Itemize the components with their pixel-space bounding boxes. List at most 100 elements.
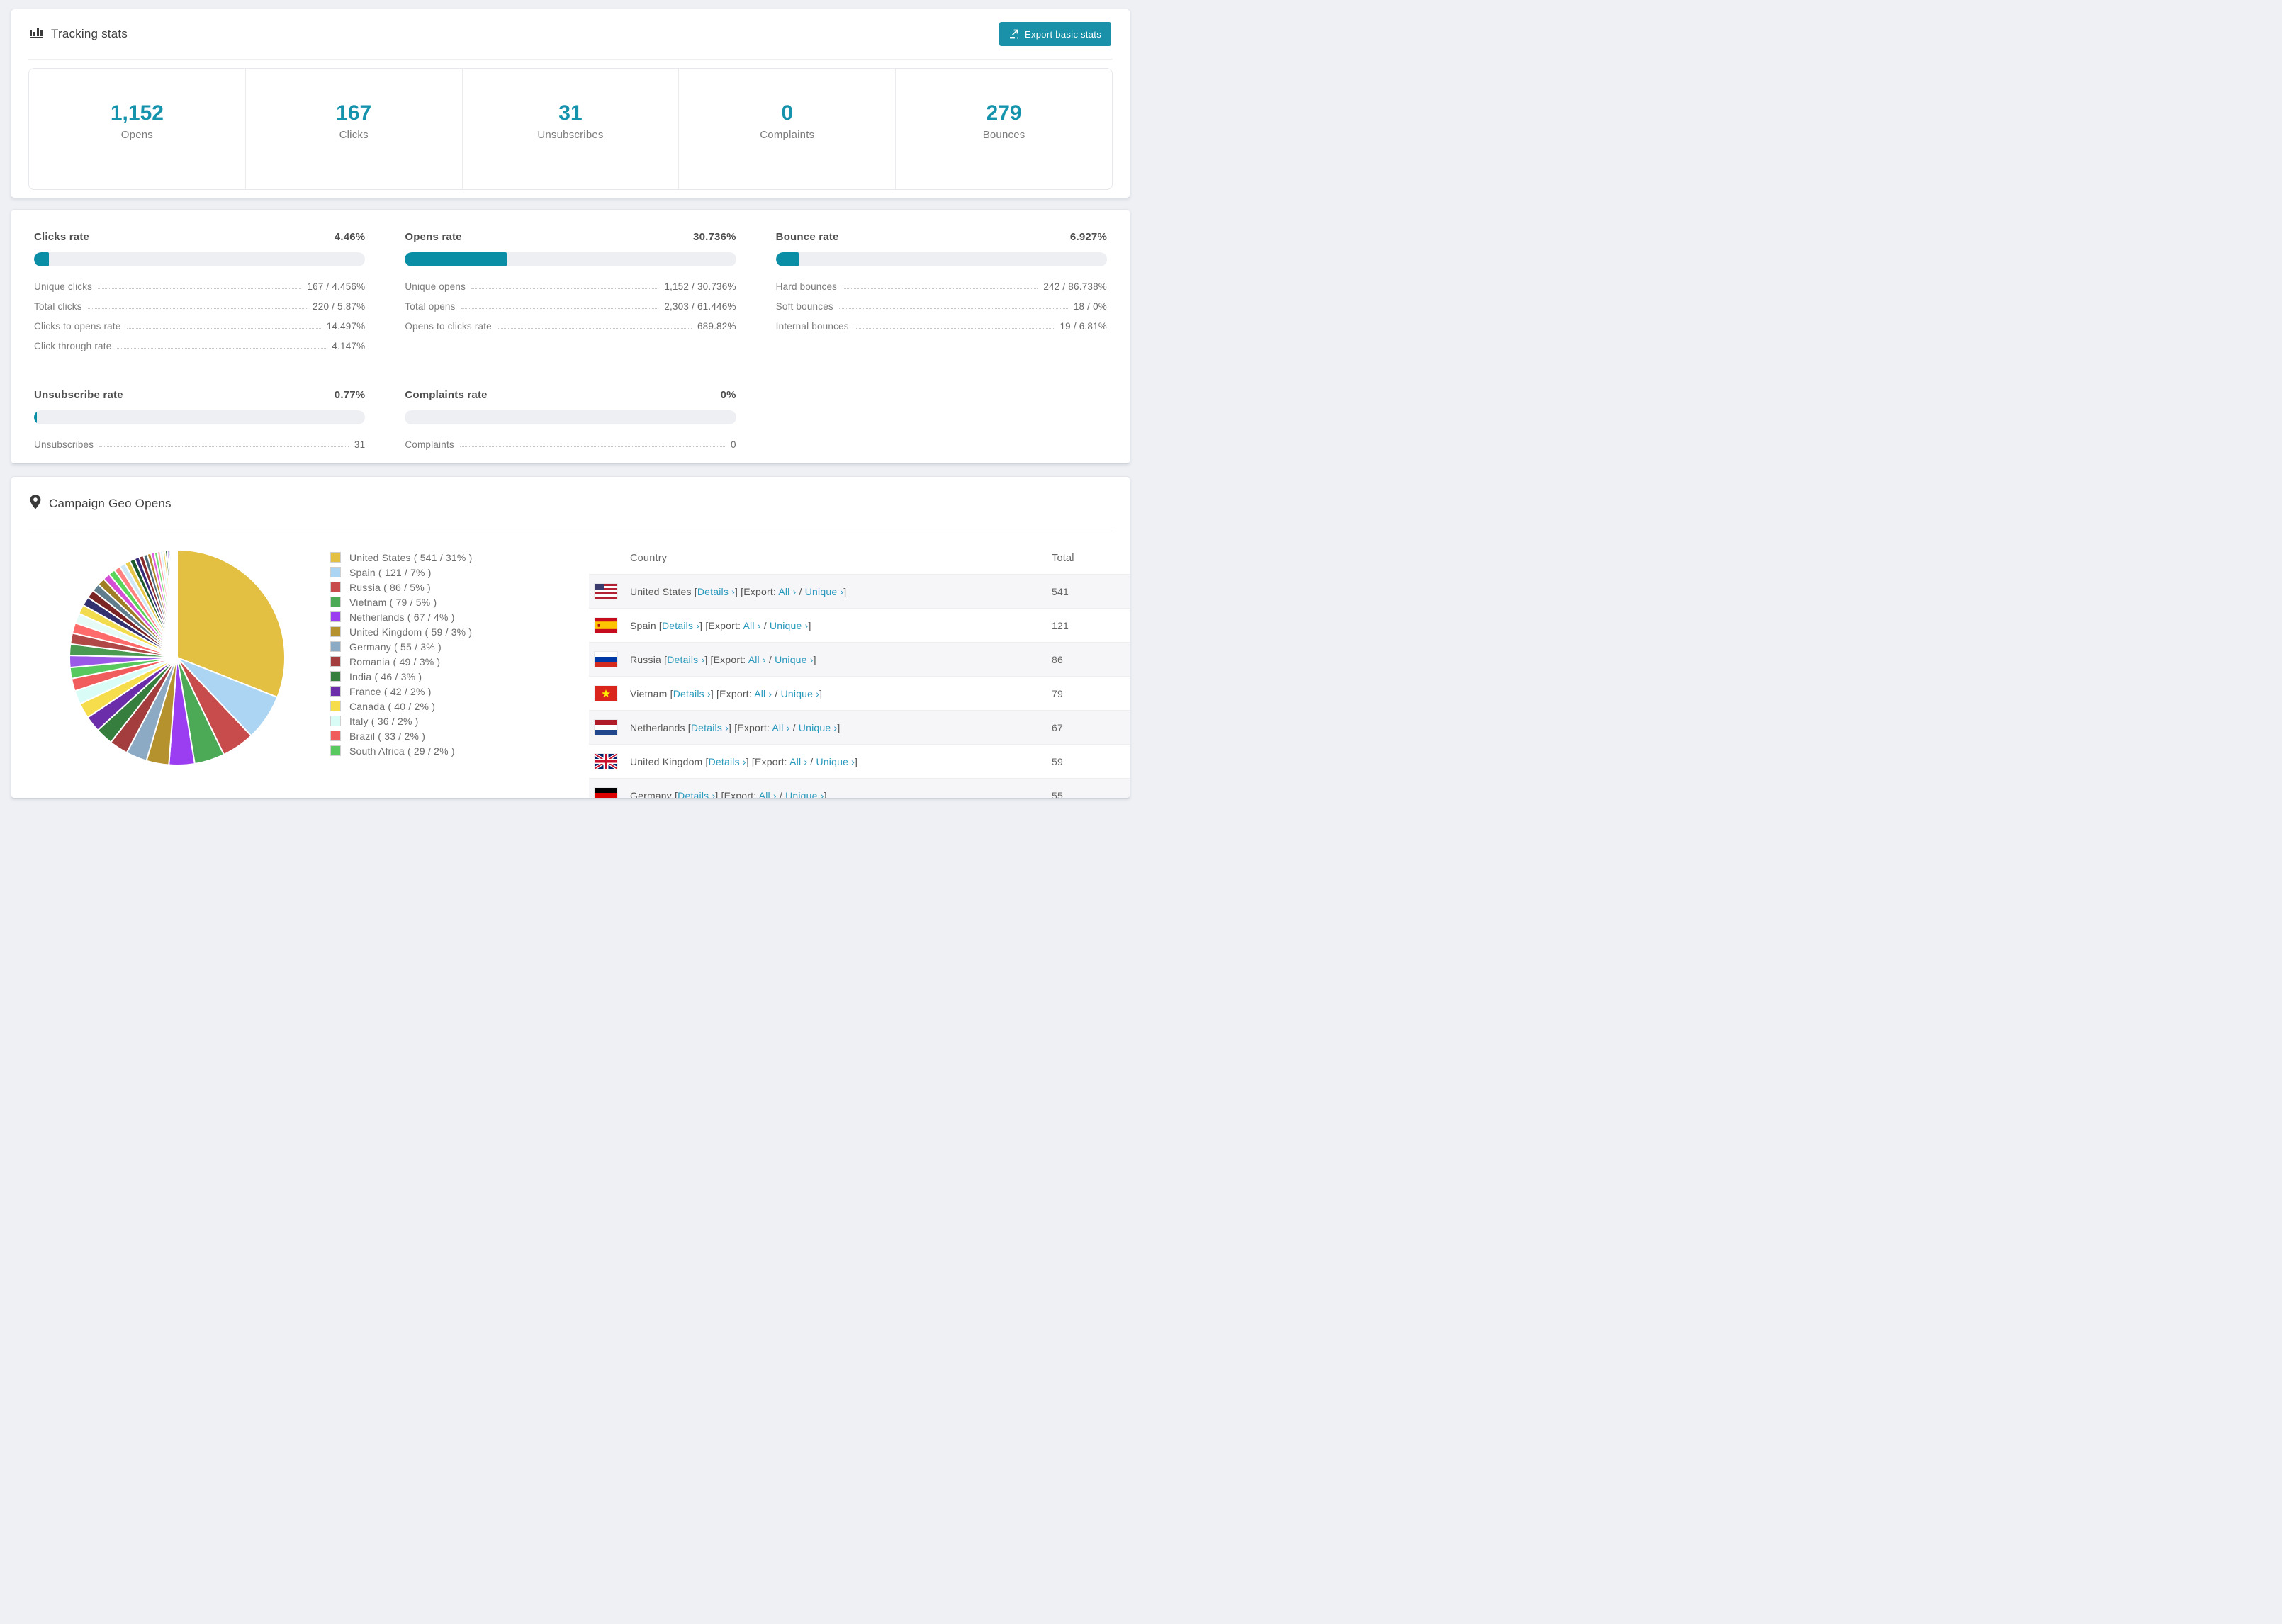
rate-detail-value: 19 / 6.81% [1060,321,1107,332]
rate-detail-value: 18 / 0% [1073,301,1107,312]
export-unique-link[interactable]: Unique › [770,620,809,631]
export-basic-stats-button[interactable]: Export basic stats [999,22,1111,46]
legend-swatch [330,671,341,682]
country-flag-icon-nl [595,720,630,735]
dotted-leader [838,308,1068,309]
legend-swatch [330,686,341,697]
export-unique-link[interactable]: Unique › [805,586,844,597]
geo-table-row-us: United States [Details ›] [Export: All ›… [589,574,1130,608]
rate-detail-label: Total clicks [34,301,82,312]
legend-swatch [330,611,341,622]
export-unique-link[interactable]: Unique › [775,654,814,665]
map-marker-icon [30,495,41,513]
export-all-link[interactable]: All › [754,688,772,699]
stat-label: Unsubscribes [537,129,604,141]
legend-swatch [330,641,341,652]
rate-detail-value: 4.147% [332,341,366,351]
rate-detail-label: Clicks to opens rate [34,321,121,332]
legend-item-india: India ( 46 / 3% ) [330,671,473,682]
details-link[interactable]: Details › [709,756,746,767]
export-all-link[interactable]: All › [789,756,807,767]
legend-swatch [330,597,341,607]
country-cell: Netherlands [Details ›] [Export: All › /… [630,721,841,733]
export-unique-link[interactable]: Unique › [816,756,855,767]
country-cell: Spain [Details ›] [Export: All › / Uniqu… [630,619,811,631]
details-link[interactable]: Details › [662,620,699,631]
rate-detail-value: 0 [730,439,736,450]
geo-title: Campaign Geo Opens [49,497,172,510]
page-title: Tracking stats [51,27,128,40]
rate-percent-value: 30.736% [693,231,736,243]
rate-detail-row: Unsubscribes 31 [34,436,365,450]
geo-body: United States ( 541 / 31% ) Spain ( 121 … [11,531,1130,799]
export-unique-link[interactable]: Unique › [785,790,824,799]
progress-bar-track [405,410,736,424]
rate-detail-row: Hard bounces 242 / 86.738% [776,278,1107,292]
country-cell: United Kingdom [Details ›] [Export: All … [630,755,858,767]
stat-label: Opens [120,129,153,141]
column-header-country: Country [630,553,668,564]
country-flag-icon-de [595,788,630,798]
export-unique-link[interactable]: Unique › [781,688,820,699]
details-link[interactable]: Details › [697,586,735,597]
export-all-link[interactable]: All › [743,620,761,631]
export-all-link[interactable]: All › [759,790,777,799]
dotted-leader [461,308,659,309]
rate-detail-value: 1,152 / 30.736% [664,281,736,292]
export-all-link[interactable]: All › [778,586,796,597]
campaign-overview-page: Tracking stats Export basic stats 1,152 … [0,0,1141,812]
stat-cell-opens: 1,152 Opens [29,69,245,189]
dotted-leader [117,348,327,349]
rate-detail-row: Total opens 2,303 / 61.446% [405,298,736,312]
rate-detail-value: 220 / 5.87% [313,301,366,312]
rate-detail-row: Internal bounces 19 / 6.81% [776,318,1107,332]
export-unique-link[interactable]: Unique › [799,722,838,733]
export-all-link[interactable]: All › [772,722,789,733]
details-link[interactable]: Details › [678,790,715,799]
rates-grid: Clicks rate 4.46% Unique clicks 167 / 4.… [34,231,1107,456]
export-all-link[interactable]: All › [748,654,766,665]
rate-detail-label: Soft bounces [775,301,833,312]
rate-detail-label: Complaints [405,439,454,450]
legend-swatch [330,567,341,577]
legend-item-germany: Germany ( 55 / 3% ) [330,641,473,653]
total-cell: 121 [1052,619,1069,631]
stat-cell-unsubscribes: 31 Unsubscribes [461,69,679,189]
country-flag-icon-us [595,584,630,599]
geo-table-row-de: Germany [Details ›] [Export: All › / Uni… [589,778,1130,799]
rate-detail-row: Opens to clicks rate 689.82% [405,318,736,332]
details-link[interactable]: Details › [673,688,711,699]
rate-title: Bounce rate [775,231,839,243]
details-link[interactable]: Details › [691,722,729,733]
dotted-leader [459,446,725,447]
legend-label: Vietnam ( 79 / 5% ) [349,596,437,608]
rate-percent-value: 0% [720,389,736,401]
progress-bar-track [34,410,366,424]
geo-table-row-ru: Russia [Details ›] [Export: All › / Uniq… [589,642,1130,676]
progress-bar-fill [34,410,37,424]
geo-opens-pie-chart[interactable] [64,544,291,771]
rate-detail-value: 2,303 / 61.446% [664,301,736,312]
legend-label: United States ( 541 / 31% ) [349,551,473,563]
rate-detail-row: Complaints 0 [405,436,736,450]
rate-detail-label: Opens to clicks rate [405,321,492,332]
tracking-stats-card: Tracking stats Export basic stats 1,152 … [11,9,1130,198]
rate-detail-value: 167 / 4.456% [307,281,366,292]
legend-swatch [330,745,341,756]
progress-bar-track [405,252,736,266]
details-link[interactable]: Details › [667,654,704,665]
rate-title: Clicks rate [34,231,90,243]
rate-percent-value: 4.46% [334,231,366,243]
legend-label: Canada ( 40 / 2% ) [349,700,436,712]
legend-label: Italy ( 36 / 2% ) [349,715,419,727]
country-cell: Germany [Details ›] [Export: All › / Uni… [630,790,827,799]
progress-bar-fill [405,252,507,266]
pie-legend: United States ( 541 / 31% ) Spain ( 121 … [330,552,473,760]
total-cell: 59 [1052,755,1063,767]
rate-detail-value: 242 / 86.738% [1043,281,1107,292]
legend-swatch [330,582,341,592]
stat-cell-complaints: 0 Complaints [678,69,895,189]
rate-detail-value: 14.497% [326,321,366,332]
export-basic-stats-label: Export basic stats [1025,28,1101,40]
rates-card: Clicks rate 4.46% Unique clicks 167 / 4.… [11,209,1130,464]
